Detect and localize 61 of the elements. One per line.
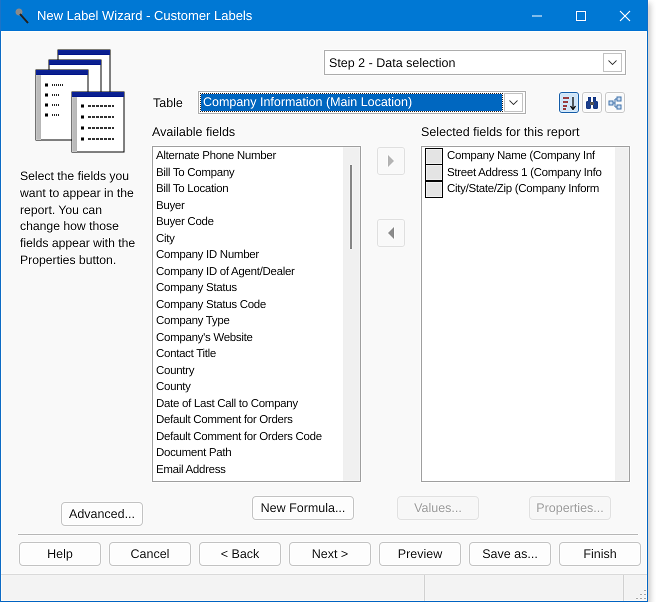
- field-item[interactable]: City/State/Zip (Company Inform: [447, 181, 600, 198]
- field-item[interactable]: Company ID Number: [156, 247, 343, 264]
- field-item[interactable]: Bill To Company: [156, 164, 343, 181]
- field-item[interactable]: Company Status Code: [156, 296, 343, 313]
- maximize-icon[interactable]: [575, 10, 587, 22]
- chevron-down-icon: [608, 60, 617, 65]
- tables-icon: [35, 49, 127, 153]
- scrollbar-thumb[interactable]: [350, 165, 352, 249]
- field-item[interactable]: Document Path: [156, 445, 343, 462]
- binoculars-icon: [585, 96, 599, 110]
- checkbox[interactable]: [425, 148, 443, 165]
- step-dropdown[interactable]: Step 2 - Data selection: [324, 50, 626, 75]
- window-title: New Label Wizard - Customer Labels: [37, 8, 252, 23]
- field-item[interactable]: Date of Last Call to Company: [156, 396, 343, 412]
- field-item[interactable]: City: [156, 230, 343, 247]
- chevron-down-icon: [509, 100, 518, 105]
- dialog-button[interactable]: Finish: [559, 542, 641, 566]
- dialog-button[interactable]: New Formula...: [252, 496, 354, 520]
- field-item[interactable]: Buyer Code: [156, 214, 343, 230]
- dialog-button[interactable]: < Back: [199, 542, 281, 566]
- list-box[interactable]: Company Name (Company Inf Street Address 1 (Company Info City/State/Zip (Company Inform: [421, 146, 630, 482]
- field-item[interactable]: County: [156, 379, 343, 396]
- arrow-right-icon: [387, 155, 395, 167]
- field-item[interactable]: Contact Title: [156, 346, 343, 362]
- list-box[interactable]: [152, 146, 361, 482]
- dialog-button[interactable]: Save as...: [469, 542, 551, 566]
- field-item[interactable]: Country: [156, 362, 343, 379]
- tree-icon: [608, 96, 622, 110]
- field-item[interactable]: Company Status: [156, 280, 343, 296]
- field-item[interactable]: Company's Website: [156, 330, 343, 346]
- resize-grip-icon[interactable]: [636, 589, 646, 599]
- field-item[interactable]: Default Comment for Orders Code: [156, 428, 343, 445]
- arrow-left-icon: [387, 227, 395, 239]
- instruction-text: Select the fields you want to appear in the report. You can change how those fields appear with the Properties button.: [20, 168, 136, 269]
- dialog-button[interactable]: Advanced...: [61, 502, 143, 526]
- dialog-button[interactable]: Next >: [289, 542, 371, 566]
- toolbar-button[interactable]: [559, 92, 579, 113]
- move-button[interactable]: [377, 219, 405, 247]
- field-item[interactable]: Alternate Phone Number: [156, 148, 343, 164]
- wand-icon: [13, 6, 31, 24]
- field-item[interactable]: Default Comment for Orders: [156, 412, 343, 428]
- dialog-button[interactable]: Cancel: [109, 542, 191, 566]
- sort-icon: [562, 96, 576, 110]
- field-item[interactable]: Company ID of Agent/Dealer: [156, 264, 343, 280]
- scrollbar[interactable]: [343, 147, 360, 481]
- list-label: Selected fields for this report: [421, 125, 580, 141]
- dialog-button[interactable]: Help: [19, 542, 101, 566]
- field-item[interactable]: Bill To Location: [156, 181, 343, 198]
- field-item[interactable]: Company Type: [156, 313, 343, 330]
- table-dropdown[interactable]: Company Information (Main Location): [198, 91, 526, 114]
- scrollbar[interactable]: [615, 147, 629, 481]
- field-item[interactable]: Company Name (Company Inf: [447, 148, 595, 164]
- close-icon[interactable]: [619, 10, 631, 22]
- checkbox[interactable]: [425, 164, 443, 182]
- table-label: Table: [153, 96, 184, 110]
- list-label: Available fields: [152, 125, 236, 141]
- field-item[interactable]: Buyer: [156, 198, 343, 214]
- checkbox[interactable]: [425, 180, 443, 198]
- field-item[interactable]: Street Address 1 (Company Info: [447, 164, 602, 181]
- dialog-button[interactable]: Preview: [379, 542, 461, 566]
- field-item[interactable]: Email Address: [156, 462, 343, 478]
